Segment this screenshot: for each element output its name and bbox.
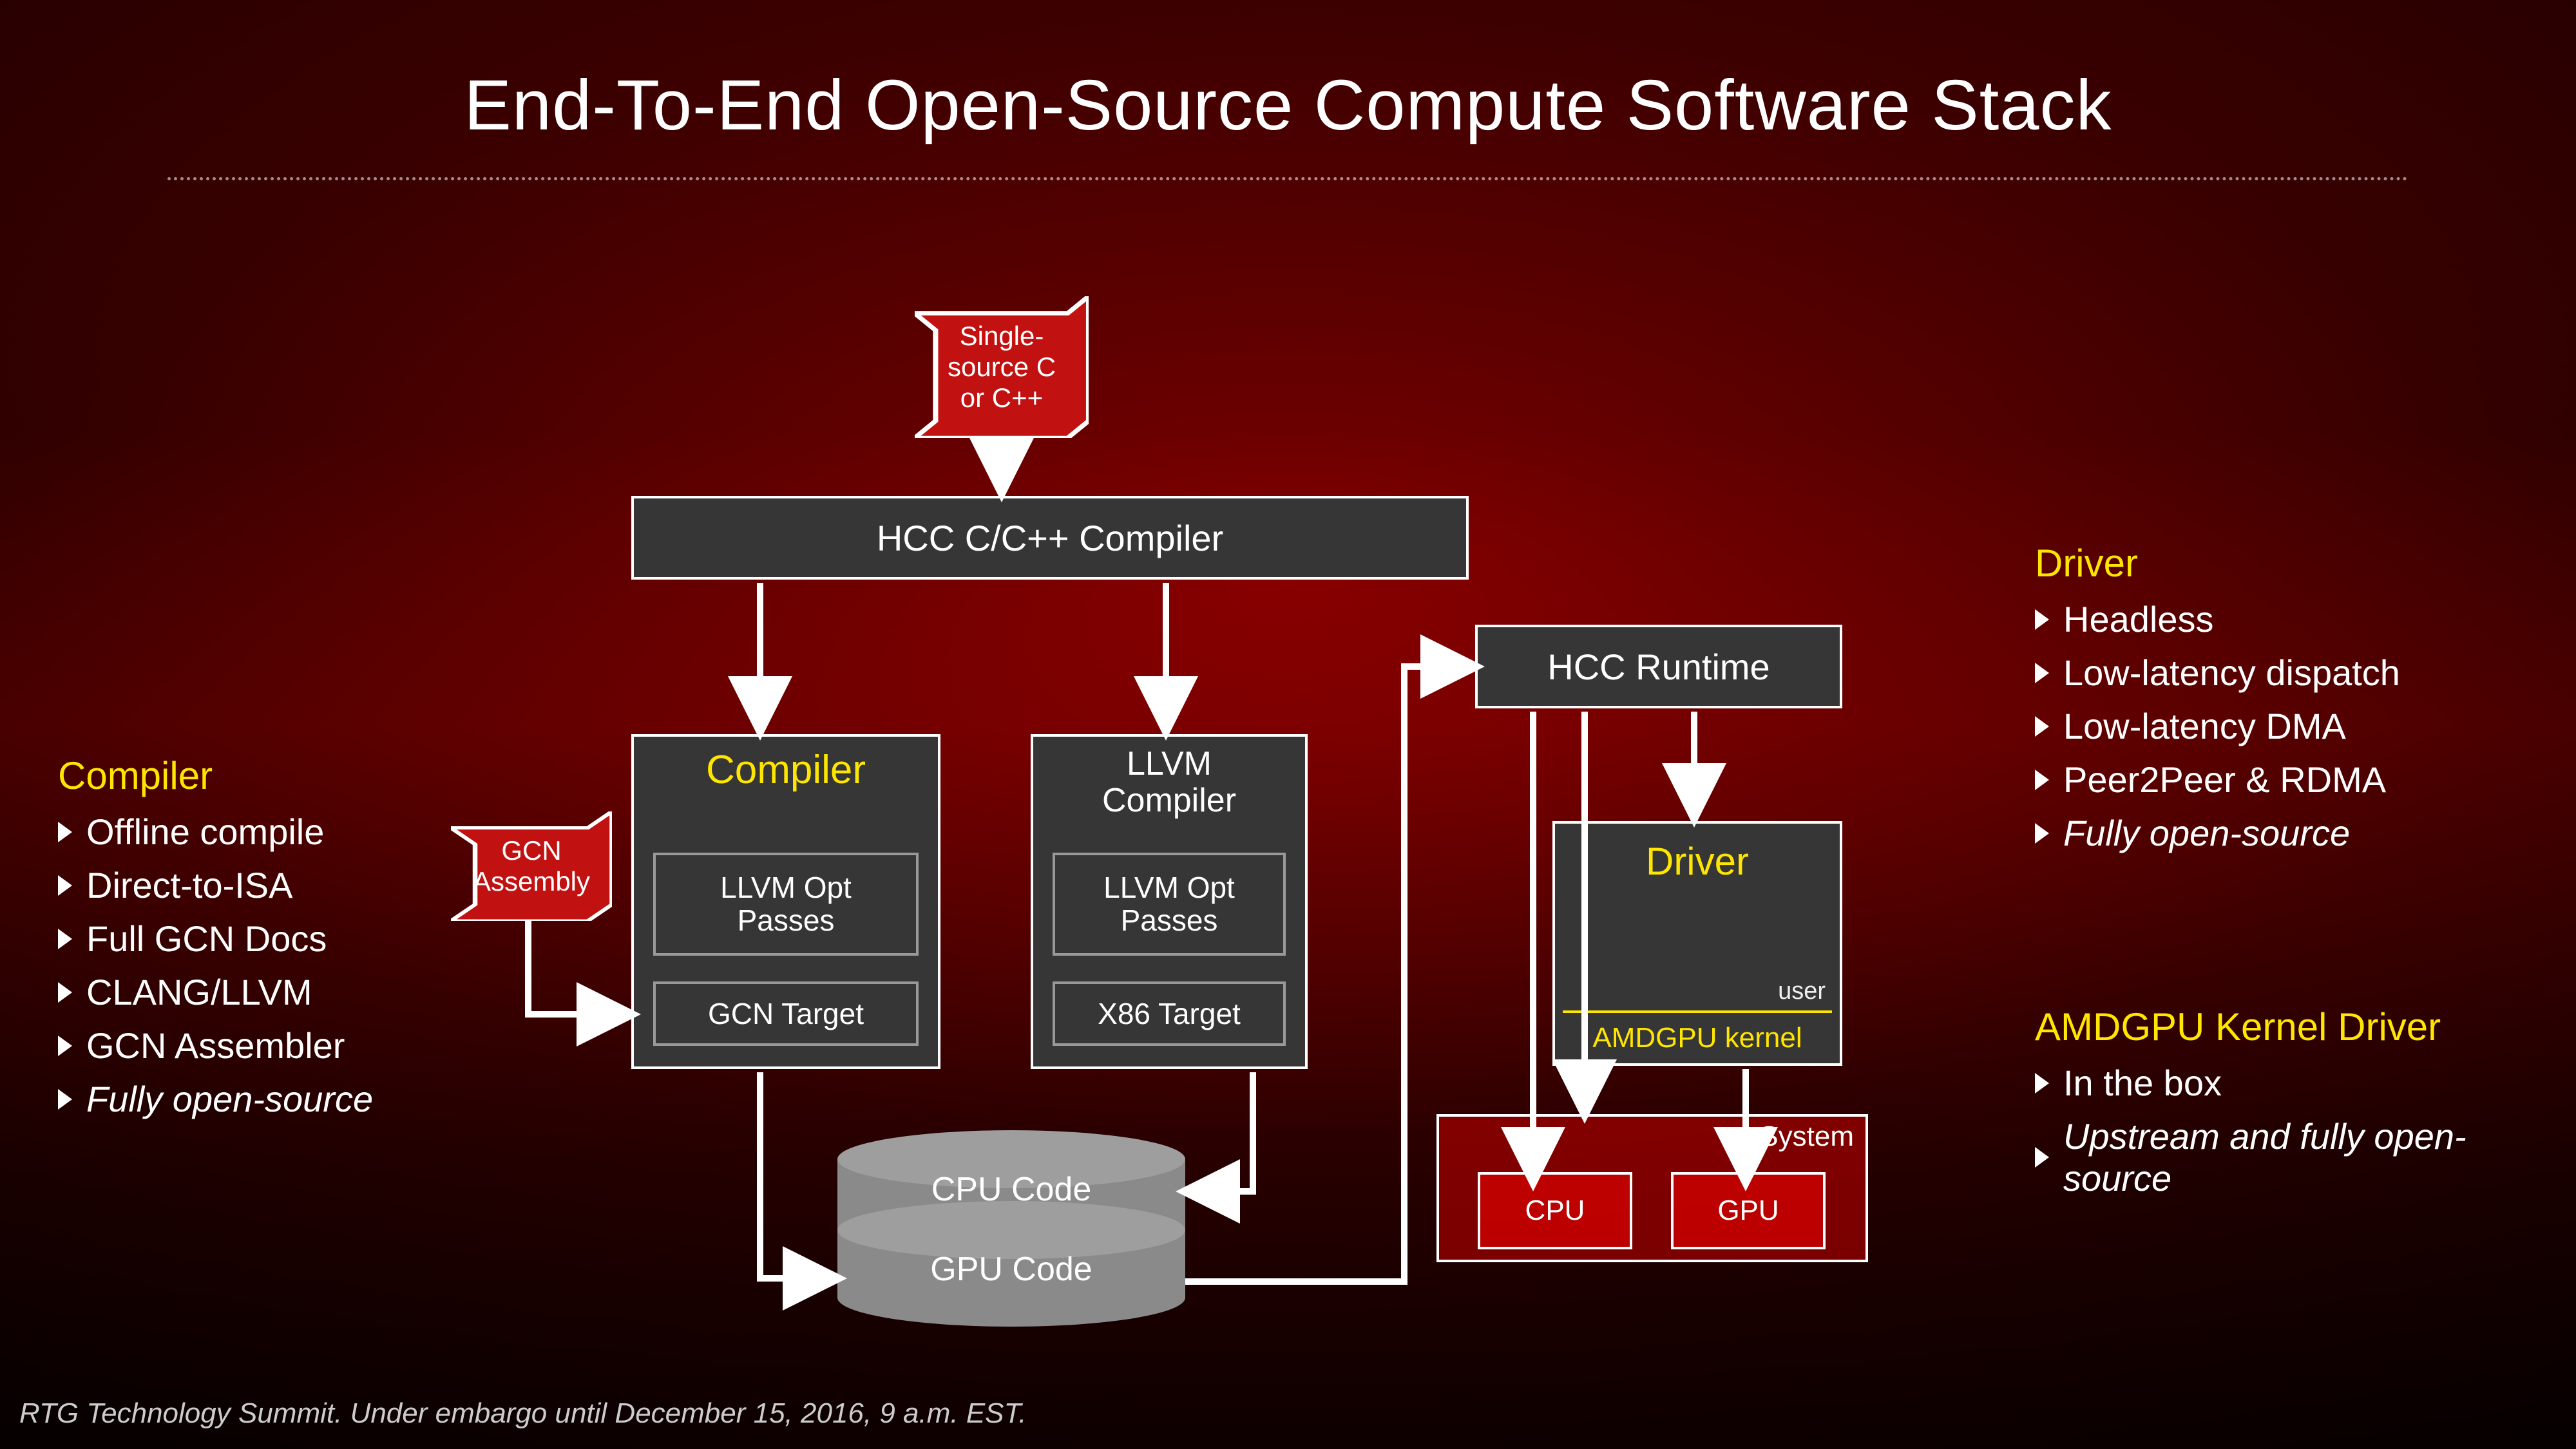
- list-item: Upstream and fully open-source: [2035, 1115, 2512, 1199]
- slide-title: End-To-End Open-Source Compute Software …: [0, 64, 2576, 146]
- compiler-panel-list: Offline compile Direct-to-ISA Full GCN Doc…: [58, 811, 444, 1120]
- ribbon-single-source: Single- source C or C++: [915, 296, 1089, 438]
- list-item-label: In the box: [2063, 1062, 2222, 1104]
- gpu-chip: GPU: [1671, 1172, 1826, 1249]
- driver-panel-heading: Driver: [2035, 541, 2512, 585]
- bullet-triangle-icon: [2035, 663, 2049, 683]
- code-cylinder: CPU Code GPU Code: [837, 1130, 1185, 1317]
- ribbon-gcn-assembly: GCN Assembly: [451, 811, 612, 921]
- bullet-triangle-icon: [2035, 1147, 2049, 1168]
- list-item: Peer2Peer & RDMA: [2035, 759, 2512, 800]
- ribbon-single-source-label: Single- source C or C++: [948, 321, 1056, 414]
- list-item-label: Peer2Peer & RDMA: [2063, 759, 2386, 800]
- list-item-label: Direct-to-ISA: [86, 864, 293, 906]
- list-item-label: Headless: [2063, 598, 2213, 640]
- list-item-label: Fully open-source: [86, 1078, 373, 1120]
- title-underline: [167, 177, 2409, 180]
- bullet-triangle-icon: [2035, 1073, 2049, 1094]
- list-item: Full GCN Docs: [58, 918, 444, 960]
- llvm-x86-target: X86 Target: [1053, 981, 1286, 1046]
- list-item: In the box: [2035, 1062, 2512, 1104]
- cpu-chip: CPU: [1478, 1172, 1632, 1249]
- hcc-runtime-box: HCC Runtime: [1475, 625, 1842, 708]
- list-item: Fully open-source: [58, 1078, 444, 1120]
- bullet-triangle-icon: [58, 982, 72, 1003]
- llvm-compiler-box: LLVM Compiler LLVM Opt Passes X86 Target: [1031, 734, 1308, 1069]
- llvm-compiler-heading: LLVM Compiler: [1033, 746, 1305, 819]
- list-item: Low-latency DMA: [2035, 705, 2512, 747]
- list-item-label: Fully open-source: [2063, 812, 2350, 854]
- bullet-triangle-icon: [58, 1036, 72, 1056]
- bullet-triangle-icon: [2035, 770, 2049, 790]
- hcc-compiler-label: HCC C/C++ Compiler: [877, 517, 1223, 559]
- arrow-gcnasm-to-gcntarget: [528, 921, 628, 1014]
- bullet-triangle-icon: [58, 875, 72, 896]
- bullet-triangle-icon: [58, 1089, 72, 1110]
- driver-box: Driver user AMDGPU kernel: [1552, 821, 1842, 1066]
- driver-user-label: user: [1778, 978, 1826, 1005]
- list-item-label: CLANG/LLVM: [86, 971, 312, 1013]
- hcc-runtime-label: HCC Runtime: [1547, 646, 1770, 688]
- compiler-box-heading: Compiler: [634, 747, 938, 793]
- list-item: Low-latency dispatch: [2035, 652, 2512, 694]
- list-item: GCN Assembler: [58, 1025, 444, 1066]
- compiler-box: Compiler LLVM Opt Passes GCN Target: [631, 734, 940, 1069]
- list-item-label: Upstream and fully open-source: [2063, 1115, 2512, 1199]
- footer-embargo-note: RTG Technology Summit. Under embargo unt…: [19, 1397, 1027, 1430]
- list-item: Headless: [2035, 598, 2512, 640]
- bullet-triangle-icon: [2035, 609, 2049, 630]
- system-box: System CPU GPU: [1436, 1114, 1868, 1262]
- driver-panel-list: Headless Low-latency dispatch Low-latency …: [2035, 598, 2512, 854]
- llvm-opt-passes: LLVM Opt Passes: [1053, 853, 1286, 956]
- list-item-label: Low-latency dispatch: [2063, 652, 2400, 694]
- kernel-driver-panel: AMDGPU Kernel Driver In the box Upstream …: [2035, 1005, 2512, 1211]
- bullet-triangle-icon: [58, 822, 72, 842]
- list-item-label: Full GCN Docs: [86, 918, 327, 960]
- list-item: Offline compile: [58, 811, 444, 853]
- list-item-label: Offline compile: [86, 811, 324, 853]
- compiler-panel-heading: Compiler: [58, 753, 444, 798]
- list-item: Fully open-source: [2035, 812, 2512, 854]
- driver-box-heading: Driver: [1555, 839, 1840, 884]
- gpu-code-label: GPU Code: [837, 1250, 1185, 1289]
- list-item: Direct-to-ISA: [58, 864, 444, 906]
- list-item-label: Low-latency DMA: [2063, 705, 2346, 747]
- arrow-compiler-to-gpucode: [760, 1072, 834, 1278]
- kernel-driver-panel-list: In the box Upstream and fully open-source: [2035, 1062, 2512, 1199]
- list-item-label: GCN Assembler: [86, 1025, 345, 1066]
- hcc-compiler-box: HCC C/C++ Compiler: [631, 496, 1469, 580]
- compiler-llvm-opt-passes: LLVM Opt Passes: [653, 853, 919, 956]
- kernel-driver-panel-heading: AMDGPU Kernel Driver: [2035, 1005, 2512, 1049]
- list-item: CLANG/LLVM: [58, 971, 444, 1013]
- bullet-triangle-icon: [2035, 823, 2049, 844]
- system-label: System: [1759, 1121, 1854, 1153]
- driver-kernel-label: AMDGPU kernel: [1555, 1022, 1840, 1054]
- compiler-panel: Compiler Offline compile Direct-to-ISA Ful…: [58, 753, 444, 1132]
- bullet-triangle-icon: [58, 929, 72, 949]
- ribbon-gcn-assembly-label: GCN Assembly: [473, 835, 590, 898]
- bullet-triangle-icon: [2035, 716, 2049, 737]
- arrow-llvm-to-cpucode: [1188, 1072, 1253, 1191]
- compiler-gcn-target: GCN Target: [653, 981, 919, 1046]
- cpu-code-label: CPU Code: [837, 1170, 1185, 1209]
- driver-panel: Driver Headless Low-latency dispatch Low-l…: [2035, 541, 2512, 866]
